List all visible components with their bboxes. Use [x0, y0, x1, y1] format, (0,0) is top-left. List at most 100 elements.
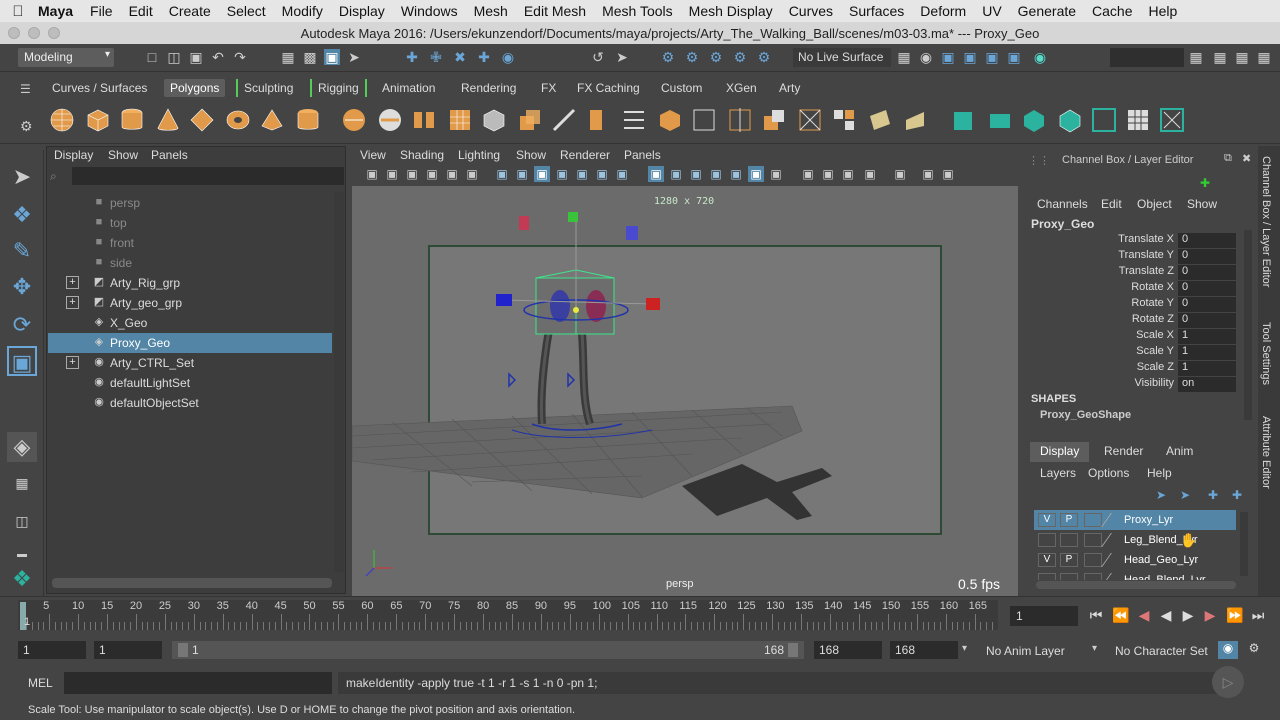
- insert-edge-loop-icon[interactable]: [726, 106, 754, 134]
- layer-visibility-toggle[interactable]: [1038, 573, 1056, 580]
- outliner-item[interactable]: ■ top: [48, 213, 332, 233]
- snap-grid-icon[interactable]: ✚: [404, 49, 420, 65]
- layer-scrollbar[interactable]: [1240, 512, 1248, 576]
- custom-shelf-1-icon[interactable]: [950, 106, 978, 134]
- script-editor-icon[interactable]: ▷: [1212, 666, 1244, 698]
- snapshot-icon[interactable]: ▣: [984, 49, 1000, 65]
- help-menu[interactable]: Help: [1147, 466, 1172, 480]
- viewport-3d[interactable]: 1280 x 720 persp 0.5 fps: [352, 186, 1018, 596]
- outliner-item[interactable]: ■ front: [48, 233, 332, 253]
- viewport-menu-panels[interactable]: Panels: [624, 148, 661, 162]
- poly-cylinder-icon[interactable]: [118, 106, 146, 134]
- outliner-menu-panels[interactable]: Panels: [151, 148, 188, 162]
- animation-end-field[interactable]: 168: [890, 641, 958, 659]
- render-ipr-icon[interactable]: ⚙: [684, 49, 700, 65]
- bookmarks-icon[interactable]: ▣: [404, 166, 420, 182]
- outliner-item[interactable]: ◈ X_Geo: [48, 313, 332, 333]
- default-material-icon[interactable]: ▣: [668, 166, 684, 182]
- use-all-lights-icon[interactable]: ▣: [708, 166, 724, 182]
- ambient-occlusion-icon[interactable]: ▣: [748, 166, 764, 182]
- construction-history-icon[interactable]: ➤: [614, 49, 630, 65]
- channel-value-field[interactable]: 0: [1178, 233, 1236, 248]
- custom-shelf-7-icon[interactable]: [1158, 106, 1186, 134]
- outliner-horizontal-scrollbar[interactable]: [52, 578, 332, 588]
- tab-sculpting[interactable]: Sculpting: [236, 79, 299, 97]
- layer-tab-render[interactable]: Render: [1094, 442, 1153, 462]
- select-hierarchy-icon[interactable]: ▦: [280, 49, 296, 65]
- snap-curve-icon[interactable]: ✙: [428, 49, 444, 65]
- expand-icon[interactable]: +: [66, 356, 79, 369]
- textured-icon[interactable]: ▣: [688, 166, 704, 182]
- menu-deform[interactable]: Deform: [912, 3, 974, 19]
- layer-editor-toggle-icon[interactable]: ▦: [1256, 49, 1272, 65]
- outliner-menu-show[interactable]: Show: [108, 148, 138, 162]
- gate-mask-icon[interactable]: ▣: [554, 166, 570, 182]
- isolate-select-icon[interactable]: ▣: [840, 166, 856, 182]
- layer-display-type-toggle[interactable]: [1084, 533, 1102, 547]
- layer-horizontal-scrollbar[interactable]: [1036, 581, 1236, 589]
- layer-tab-anim[interactable]: Anim: [1156, 442, 1203, 462]
- layer-playback-toggle[interactable]: P: [1060, 513, 1078, 527]
- channel-name[interactable]: Rotate Y: [1131, 297, 1174, 309]
- channel-value-field[interactable]: on: [1178, 377, 1236, 392]
- xray-icon[interactable]: ▣: [862, 166, 878, 182]
- outliner-item[interactable]: ◉ defaultLightSet: [48, 373, 332, 393]
- tab-rigging[interactable]: Rigging: [310, 79, 367, 97]
- outliner-item[interactable]: ■ side: [48, 253, 332, 273]
- channel-box-toggle-icon[interactable]: ▦: [1188, 49, 1204, 65]
- channel-row[interactable]: Scale X 1: [1030, 329, 1240, 345]
- planar-uv-icon[interactable]: [866, 106, 894, 134]
- lasso-tool-icon[interactable]: ❖: [7, 200, 37, 230]
- channel-name[interactable]: Translate X: [1118, 233, 1174, 245]
- playback-start-field[interactable]: 1: [94, 641, 162, 659]
- outliner-item[interactable]: ■ persp: [48, 193, 332, 213]
- persp-outliner-layout-icon[interactable]: ◫: [7, 506, 37, 536]
- menu-cache[interactable]: Cache: [1084, 3, 1140, 19]
- current-frame-field[interactable]: 1: [1010, 606, 1078, 626]
- poly-cone-icon[interactable]: [154, 106, 182, 134]
- poly-sphere-icon[interactable]: [48, 106, 76, 134]
- menu-help[interactable]: Help: [1141, 3, 1186, 19]
- four-view-layout-icon[interactable]: ▦: [7, 468, 37, 498]
- viewport-menu-renderer[interactable]: Renderer: [560, 148, 610, 162]
- menu-windows[interactable]: Windows: [393, 3, 466, 19]
- tool-settings-toggle-icon[interactable]: ▦: [1234, 49, 1250, 65]
- step-back-key-icon[interactable]: ⏪: [1112, 606, 1129, 624]
- channel-row[interactable]: Translate Y 0: [1030, 249, 1240, 265]
- combine-icon[interactable]: [340, 106, 368, 134]
- expand-icon[interactable]: +: [66, 296, 79, 309]
- move-layer-up-icon[interactable]: ➤: [1156, 488, 1166, 502]
- menu-display[interactable]: Display: [331, 3, 393, 19]
- layer-row[interactable]: V P Head_Geo_Lyr: [1034, 550, 1236, 570]
- channel-row[interactable]: Rotate X 0: [1030, 281, 1240, 297]
- exposure-icon[interactable]: ▣: [920, 166, 936, 182]
- layer-visibility-toggle[interactable]: [1038, 533, 1056, 547]
- multi-cut-icon[interactable]: [550, 106, 578, 134]
- outliner-filter-icon[interactable]: ⌕: [50, 169, 68, 185]
- outliner-item[interactable]: ◈ Proxy_Geo: [48, 333, 332, 353]
- custom-shelf-4-icon[interactable]: [1056, 106, 1084, 134]
- reduce-icon[interactable]: [480, 106, 508, 134]
- channel-name[interactable]: Translate Y: [1118, 249, 1174, 261]
- close-panel-icon[interactable]: ✖: [1242, 152, 1251, 165]
- outliner-item[interactable]: + ◩ Arty_geo_grp: [48, 293, 332, 313]
- image-plane-icon[interactable]: ▣: [424, 166, 440, 182]
- options-menu[interactable]: Options: [1088, 466, 1129, 480]
- snap-live-icon[interactable]: ◉: [500, 49, 516, 65]
- automatic-uv-icon[interactable]: [902, 106, 930, 134]
- wireframe-icon[interactable]: ▣: [614, 166, 630, 182]
- channel-box-scrollbar[interactable]: [1244, 230, 1252, 420]
- scale-tool-icon[interactable]: ▣: [7, 346, 37, 376]
- 2d-pan-icon[interactable]: ▣: [444, 166, 460, 182]
- render-sequence-icon[interactable]: ▣: [1006, 49, 1022, 65]
- new-layer-icon[interactable]: ✚: [1208, 488, 1218, 502]
- chevron-down-icon[interactable]: ▾: [1092, 643, 1097, 654]
- custom-shelf-2-icon[interactable]: [986, 106, 1014, 134]
- move-layer-down-icon[interactable]: ➤: [1180, 488, 1190, 502]
- shadows-icon[interactable]: ▣: [728, 166, 744, 182]
- layer-visibility-toggle[interactable]: V: [1038, 513, 1056, 527]
- poly-pipe-icon[interactable]: [294, 106, 322, 134]
- select-tool-icon[interactable]: ➤: [7, 162, 37, 192]
- render-region-icon[interactable]: ▣: [962, 49, 978, 65]
- tab-xgen[interactable]: XGen: [720, 79, 763, 97]
